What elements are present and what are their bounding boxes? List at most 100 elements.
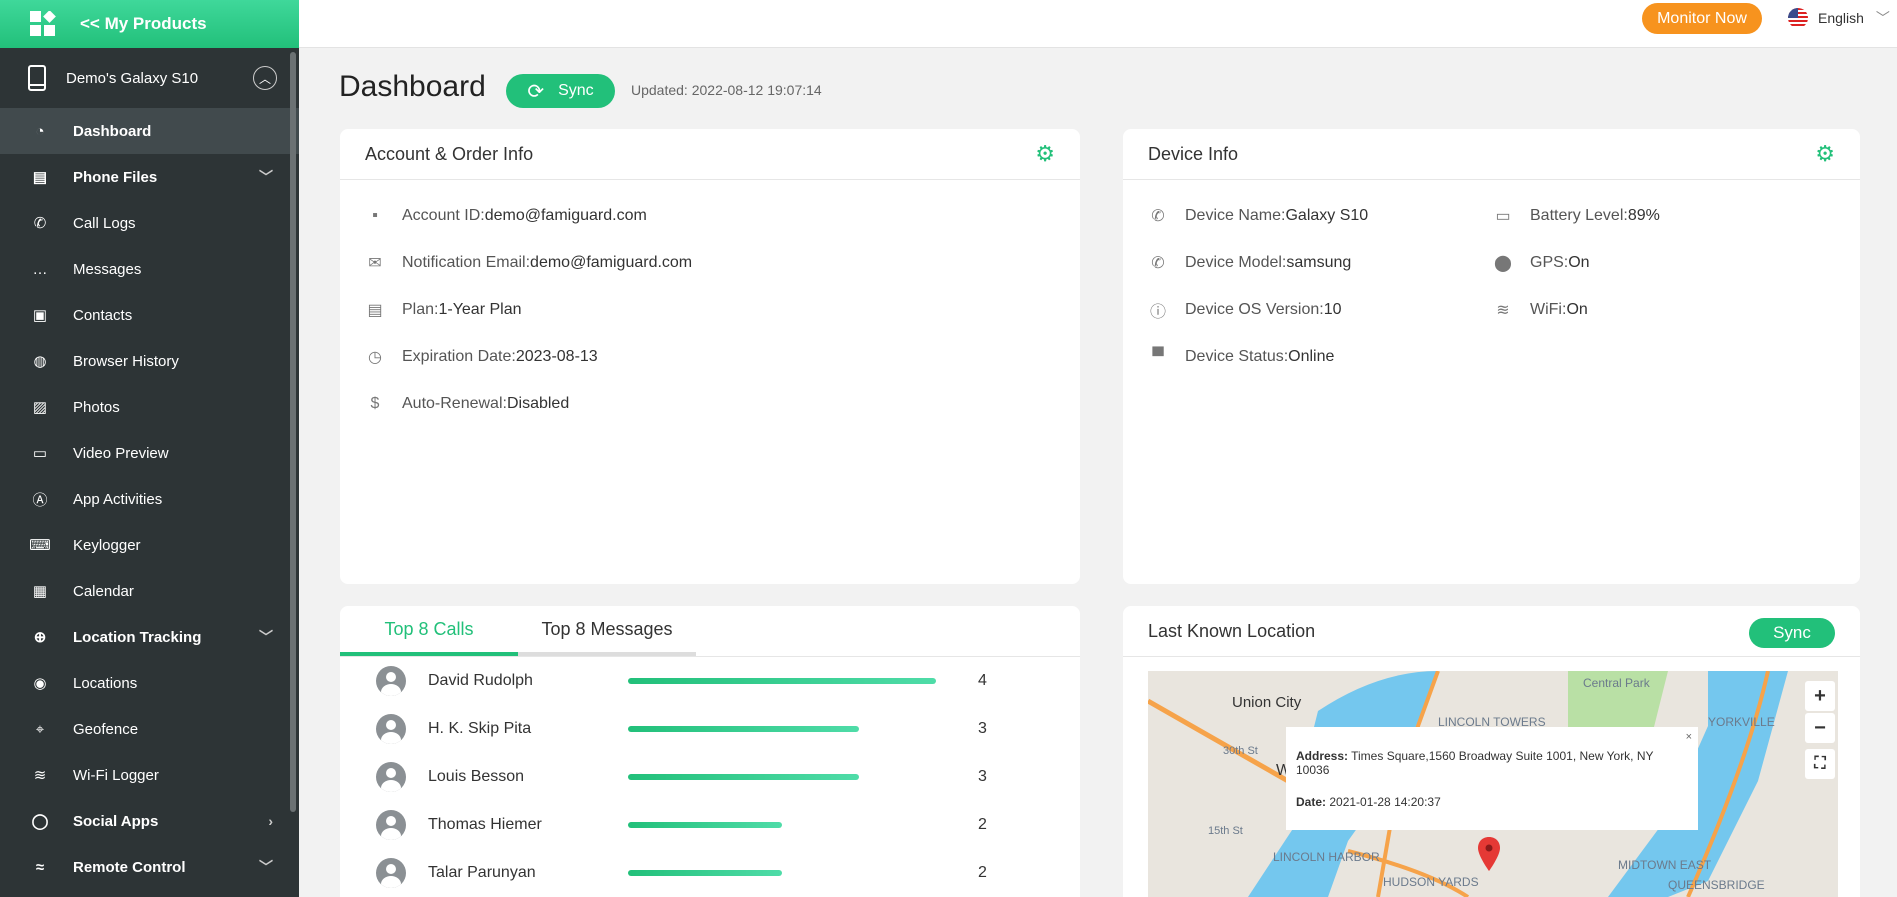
sidebar-item-call-logs[interactable]: ✆ Call Logs xyxy=(0,200,299,246)
address-value: Times Square,1560 Broadway Suite 1001, N… xyxy=(1296,749,1654,777)
call-count-bar xyxy=(628,774,859,780)
sidebar-item-label: Remote Control xyxy=(73,858,186,876)
sidebar-item-dashboard[interactable]: ◔ Dashboard xyxy=(0,108,299,154)
card-title: Last Known Location xyxy=(1148,620,1316,641)
sidebar-item-remote-control[interactable]: ≈ Remote Control ﹀ xyxy=(0,844,299,890)
gear-icon[interactable]: ⚙ xyxy=(1815,141,1835,167)
sidebar-scrollbar[interactable] xyxy=(290,52,296,812)
my-products-label: << My Products xyxy=(80,14,207,33)
info-value: demo@famiguard.com xyxy=(530,253,693,271)
my-products-link[interactable]: << My Products xyxy=(0,0,299,48)
calendar-icon: ▦ xyxy=(32,583,48,600)
crosshair-icon: ⊕ xyxy=(33,629,47,646)
remote-icon: ≈ xyxy=(35,858,45,876)
info-value: 2023-08-13 xyxy=(515,347,598,365)
chevron-down-icon[interactable]: ﹀ xyxy=(259,857,273,877)
monitor-now-button[interactable]: Monitor Now xyxy=(1642,3,1762,34)
sidebar-item-phone-files[interactable]: ▤ Phone Files ﹀ xyxy=(0,154,299,200)
app-store-icon: Ⓐ xyxy=(32,491,48,509)
info-row: ⬤ GPS: On xyxy=(1493,239,1660,286)
image-icon: ▨ xyxy=(32,399,48,416)
map-label: Union City xyxy=(1232,694,1302,711)
info-value: samsung xyxy=(1286,253,1352,271)
call-count-bar xyxy=(628,822,782,828)
globe-icon: ◍ xyxy=(33,353,47,370)
sidebar-item-calendar[interactable]: ▦ Calendar xyxy=(0,568,299,614)
phone-icon: ✆ xyxy=(1151,254,1165,272)
device-selector[interactable]: Demo's Galaxy S10 ︿ xyxy=(0,48,299,108)
chevron-up-icon[interactable]: ︿ xyxy=(253,66,277,90)
file-icon: ▤ xyxy=(32,169,48,186)
map-pin-icon[interactable] xyxy=(1478,837,1500,871)
sidebar-item-label: Browser History xyxy=(73,352,179,370)
device-name: Demo's Galaxy S10 xyxy=(66,69,199,87)
sidebar-item-locations[interactable]: ◉ Locations xyxy=(0,660,299,706)
info-row: $ Auto-Renewal: Disabled xyxy=(365,380,1080,427)
pin-icon: ◉ xyxy=(33,675,47,692)
contact-name: H. K. Skip Pita xyxy=(428,720,532,737)
call-bar-track xyxy=(628,774,958,780)
chevron-down-icon[interactable]: ﹀ xyxy=(259,627,273,647)
fullscreen-icon[interactable]: ⛶ xyxy=(1805,749,1835,779)
monitor-icon: ▀ xyxy=(1152,347,1164,365)
call-row[interactable]: H. K. Skip Pita 3 xyxy=(340,705,1080,753)
sidebar-item-keylogger[interactable]: ⌨ Keylogger xyxy=(0,522,299,568)
zoom-out-button[interactable]: − xyxy=(1805,713,1835,743)
wifi-icon: ≋ xyxy=(33,767,47,784)
contact-name: Thomas Hiemer xyxy=(428,816,542,833)
tab-top-messages[interactable]: Top 8 Messages xyxy=(518,606,696,656)
info-label: Device Model: xyxy=(1185,253,1287,271)
call-row[interactable]: Thomas Hiemer 2 xyxy=(340,801,1080,849)
close-icon[interactable]: × xyxy=(1686,731,1692,743)
sidebar-item-location-tracking[interactable]: ⊕ Location Tracking ﹀ xyxy=(0,614,299,660)
map[interactable]: Union City Central Park LINCOLN TOWERS YORK… xyxy=(1148,671,1838,897)
user-icon: ▪ xyxy=(372,206,378,224)
battery-icon: ▭ xyxy=(1495,207,1511,225)
info-row: ✆ Device Model: samsung xyxy=(1148,239,1493,286)
info-label: Expiration Date: xyxy=(402,347,516,365)
sidebar-item-label: Messages xyxy=(73,260,142,278)
location-sync-button[interactable]: Sync xyxy=(1749,618,1835,648)
sidebar-item-messages[interactable]: … Messages xyxy=(0,246,299,292)
avatar xyxy=(376,858,406,888)
call-row[interactable]: Talar Parunyan 2 xyxy=(340,849,1080,897)
phone-icon: ✆ xyxy=(1151,207,1165,225)
sidebar-item-photos[interactable]: ▨ Photos xyxy=(0,384,299,430)
chat-icon: … xyxy=(32,260,48,278)
tab-top-calls[interactable]: Top 8 Calls xyxy=(340,606,518,656)
call-bar-track xyxy=(628,870,958,876)
device-info-card: Device Info ⚙ ✆ Device Name: Galaxy S10 ✆ Dev… xyxy=(1123,129,1860,584)
chevron-down-icon[interactable]: ﹀ xyxy=(259,167,273,187)
info-icon: ⓘ xyxy=(1149,303,1166,321)
info-value: Galaxy S10 xyxy=(1285,206,1369,224)
info-row: ▭ Battery Level: 89% xyxy=(1493,192,1659,239)
date-label: Date: xyxy=(1296,795,1327,809)
info-value: On xyxy=(1566,300,1588,318)
call-row[interactable]: David Rudolph 4 xyxy=(340,657,1080,705)
dollar-icon: $ xyxy=(370,394,380,412)
info-label: Account ID: xyxy=(402,206,485,224)
sidebar-item-wi-fi-logger[interactable]: ≋ Wi-Fi Logger xyxy=(0,752,299,798)
language-label: English xyxy=(1818,10,1864,26)
map-label: 15th St xyxy=(1208,825,1243,837)
info-label: Device Name: xyxy=(1185,206,1286,224)
gear-icon[interactable]: ⚙ xyxy=(1035,141,1055,167)
sidebar-item-app-activities[interactable]: Ⓐ App Activities xyxy=(0,476,299,522)
chevron-right-icon[interactable]: › xyxy=(268,813,273,829)
sync-button[interactable]: ⟳ Sync xyxy=(506,74,615,108)
call-row[interactable]: Louis Besson 3 xyxy=(340,753,1080,801)
language-selector[interactable]: English ﹀ xyxy=(1788,8,1890,28)
sidebar-item-social-apps[interactable]: ◯ Social Apps › xyxy=(0,798,299,844)
zoom-in-button[interactable]: + xyxy=(1805,681,1835,711)
card-title: Device Info xyxy=(1148,143,1239,164)
location-icon: ⬤ xyxy=(1494,254,1512,272)
sidebar-item-contacts[interactable]: ▣ Contacts xyxy=(0,292,299,338)
sidebar-item-video-preview[interactable]: ▭ Video Preview xyxy=(0,430,299,476)
sidebar-item-geofence[interactable]: ⌖ Geofence xyxy=(0,706,299,752)
sidebar-item-browser-history[interactable]: ◍ Browser History xyxy=(0,338,299,384)
sidebar-item-label: Phone Files xyxy=(73,168,158,186)
info-value: 10 xyxy=(1323,300,1342,318)
info-row: ◷ Expiration Date: 2023-08-13 xyxy=(365,333,1080,380)
contact-name: Louis Besson xyxy=(428,768,525,785)
contact-name: Talar Parunyan xyxy=(428,864,536,881)
